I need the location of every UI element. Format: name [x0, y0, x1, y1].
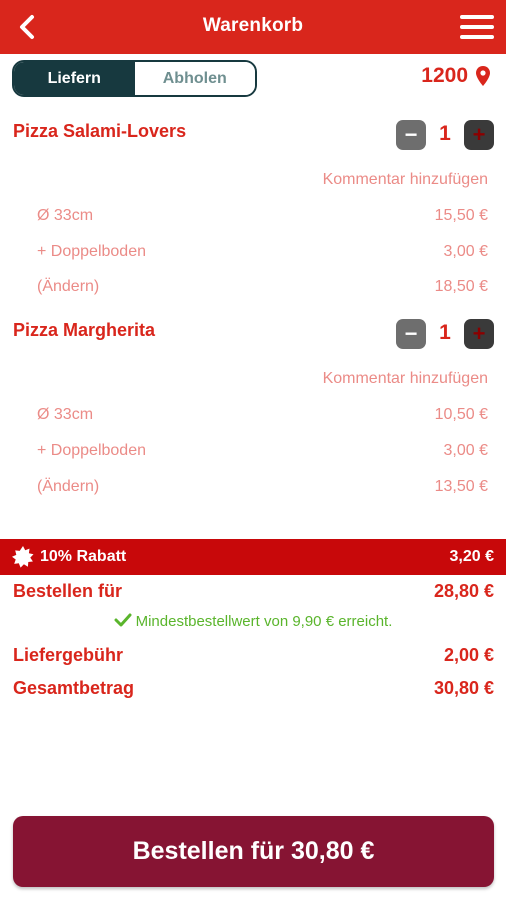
- app-header: Warenkorb: [0, 0, 506, 54]
- quantity-stepper: − 1 +: [396, 319, 494, 349]
- discount-label: 10% Rabatt: [40, 548, 127, 565]
- discount-bar: 10% Rabatt 3,20 €: [0, 539, 506, 575]
- item-option-row: (Ändern) 18,50 €: [37, 278, 488, 296]
- item-option-row: Ø 33cm 15,50 €: [37, 207, 488, 225]
- cart-item-name: Pizza Margherita: [13, 320, 156, 340]
- item-subtotal: 13,50 €: [434, 478, 488, 495]
- item-subtotal: 18,50 €: [434, 278, 488, 295]
- option-label: Ø 33cm: [37, 406, 94, 423]
- hamburger-menu-icon[interactable]: [460, 15, 494, 39]
- discount-badge-icon: [12, 546, 34, 568]
- option-price: 15,50 €: [434, 207, 488, 224]
- order-subtotal-row: Bestellen für 28,80 €: [13, 581, 494, 602]
- edit-item-link[interactable]: (Ändern): [37, 478, 99, 495]
- option-label: + Doppelboden: [37, 243, 146, 260]
- increase-quantity-button[interactable]: +: [464, 319, 494, 349]
- delivery-fee-value: 2,00 €: [443, 645, 494, 665]
- option-price: 10,50 €: [434, 406, 488, 423]
- add-comment-link[interactable]: Kommentar hinzufügen: [323, 171, 488, 189]
- postal-code-selector[interactable]: 1200: [421, 64, 490, 88]
- location-pin-icon: [476, 66, 490, 86]
- decrease-quantity-button[interactable]: −: [396, 120, 426, 150]
- page-title: Warenkorb: [202, 15, 304, 36]
- order-subtotal-value: 28,80 €: [433, 581, 494, 601]
- discount-amount: 3,20 €: [449, 548, 494, 565]
- delivery-fee-label: Liefergebühr: [13, 645, 124, 665]
- increase-quantity-button[interactable]: +: [464, 120, 494, 150]
- item-option-row: Ø 33cm 10,50 €: [37, 406, 488, 424]
- item-option-row: (Ändern) 13,50 €: [37, 478, 488, 496]
- total-label: Gesamtbetrag: [13, 678, 135, 698]
- min-order-message: Mindestbestellwert von 9,90 € erreicht.: [0, 613, 506, 630]
- item-option-row: + Doppelboden 3,00 €: [37, 243, 488, 261]
- cart-item-name: Pizza Salami-Lovers: [13, 121, 187, 141]
- quantity-value: 1: [439, 122, 451, 145]
- option-label: + Doppelboden: [37, 442, 146, 459]
- place-order-button[interactable]: Bestellen für 30,80 €: [13, 816, 494, 887]
- decrease-quantity-button[interactable]: −: [396, 319, 426, 349]
- quantity-value: 1: [439, 321, 451, 344]
- quantity-stepper: − 1 +: [396, 120, 494, 150]
- add-comment-link[interactable]: Kommentar hinzufügen: [323, 370, 488, 388]
- option-price: 3,00 €: [443, 442, 488, 459]
- min-order-text: Mindestbestellwert von 9,90 € erreicht.: [135, 613, 393, 630]
- edit-item-link[interactable]: (Ändern): [37, 278, 99, 295]
- total-value: 30,80 €: [433, 678, 494, 698]
- order-subtotal-label: Bestellen für: [13, 581, 123, 601]
- option-price: 3,00 €: [443, 243, 488, 260]
- total-row: Gesamtbetrag 30,80 €: [13, 678, 494, 699]
- item-option-row: + Doppelboden 3,00 €: [37, 442, 488, 460]
- pickup-option[interactable]: Abholen: [134, 62, 255, 95]
- delivery-fee-row: Liefergebühr 2,00 €: [13, 645, 494, 666]
- option-label: Ø 33cm: [37, 207, 94, 224]
- delivery-mode-toggle: Liefern Abholen: [12, 60, 257, 97]
- postal-code: 1200: [421, 64, 468, 87]
- deliver-option[interactable]: Liefern: [14, 62, 135, 95]
- check-icon: [114, 613, 132, 627]
